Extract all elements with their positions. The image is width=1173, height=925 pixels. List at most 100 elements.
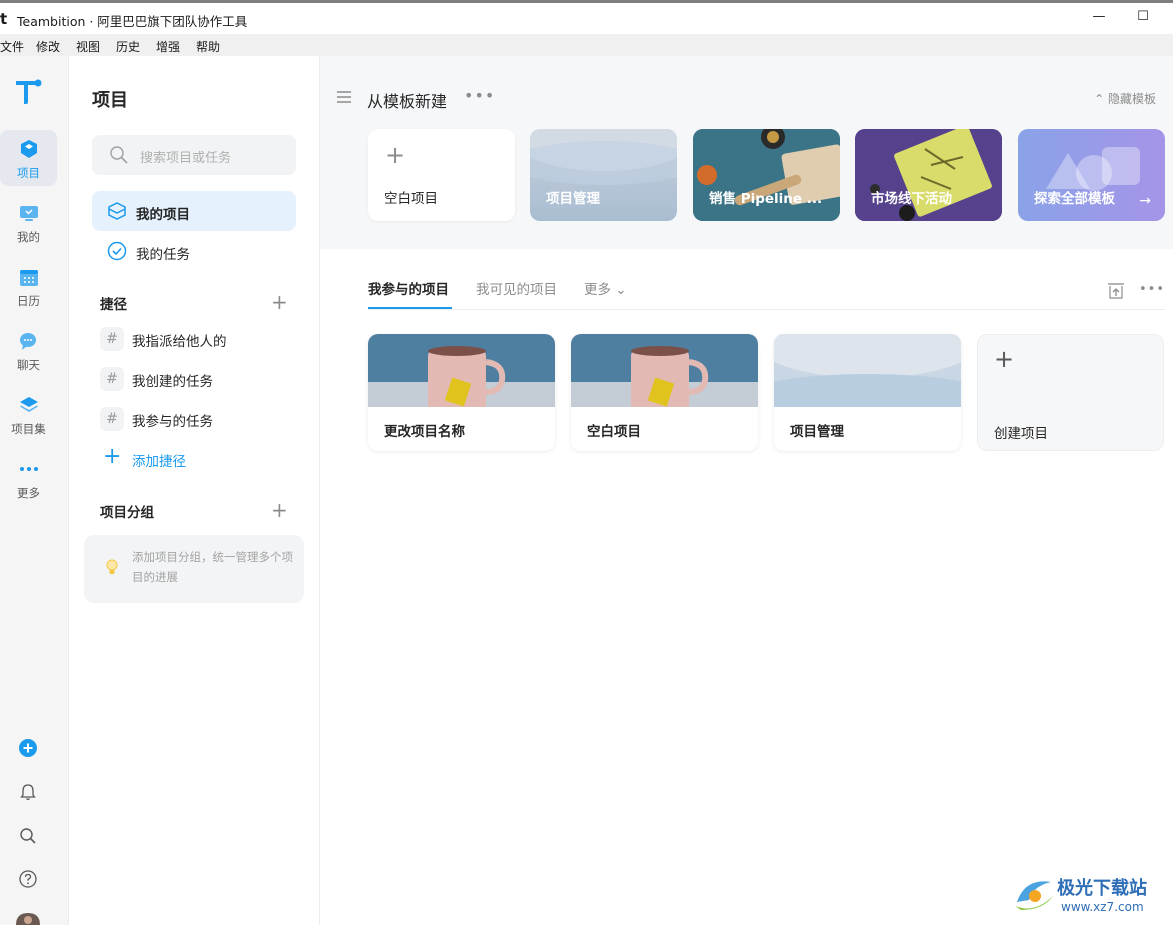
- watermark-url: www.xz7.com: [1061, 900, 1144, 914]
- project-label: 空白项目: [587, 424, 641, 440]
- rail-item-more[interactable]: 更多: [0, 450, 57, 506]
- bell-icon[interactable]: [18, 782, 38, 802]
- calendar-icon: [19, 270, 38, 286]
- site-watermark: 极光下载站 www.xz7.com: [1013, 872, 1163, 918]
- shortcuts-title: 捷径: [100, 297, 127, 313]
- minimize-button[interactable]: —: [1087, 9, 1111, 29]
- menu-view[interactable]: 视图: [76, 38, 100, 55]
- export-icon[interactable]: [1107, 282, 1125, 300]
- nav-label: 我的项目: [136, 207, 190, 223]
- menu-file[interactable]: 文件: [0, 38, 24, 55]
- shortcut-label: 我指派给他人的: [132, 334, 227, 350]
- menu-help[interactable]: 帮助: [196, 38, 220, 55]
- template-section: 从模板新建 ••• ⌃ 隐藏模板 + 空白项目 项目管理 销售 Pipeline…: [320, 56, 1173, 249]
- template-label: 空白项目: [384, 191, 438, 207]
- project-cover-image: [774, 334, 961, 407]
- rail-item-projects[interactable]: 项目: [0, 130, 57, 186]
- create-project-label: 创建项目: [994, 426, 1048, 442]
- search-placeholder: 搜索项目或任务: [140, 151, 232, 166]
- nav-label: 我的任务: [136, 247, 190, 263]
- tab-participating[interactable]: 我参与的项目: [368, 278, 449, 298]
- rail-item-chat[interactable]: 聊天: [0, 322, 57, 378]
- add-circle-icon[interactable]: [18, 738, 38, 758]
- project-card[interactable]: 更改项目名称: [368, 334, 555, 451]
- project-cube-icon: [20, 140, 37, 158]
- shortcut-label: 我创建的任务: [132, 374, 213, 390]
- rail-item-label: 项目: [17, 166, 40, 180]
- template-card-blank[interactable]: + 空白项目: [368, 129, 515, 221]
- template-card-sales-pipeline[interactable]: 销售 Pipeline ...: [693, 129, 840, 221]
- hash-icon: #: [100, 407, 124, 431]
- menu-enhance[interactable]: 增强: [156, 38, 180, 55]
- left-rail: 项目 我的 日历 聊天 项目集 更多: [0, 56, 69, 925]
- project-cover-image: [368, 334, 555, 407]
- rail-item-label: 日历: [17, 294, 40, 308]
- hide-templates-label: 隐藏模板: [1107, 92, 1156, 106]
- template-cover-image: [693, 129, 840, 221]
- tab-more-label: 更多: [584, 282, 611, 298]
- teambition-logo-icon[interactable]: [14, 77, 42, 105]
- more-dots-icon: [19, 467, 38, 471]
- plus-icon: +: [103, 444, 122, 469]
- maximize-button[interactable]: ☐: [1131, 9, 1155, 29]
- rail-item-label: 更多: [17, 486, 40, 500]
- chevron-down-icon: ⌄: [611, 282, 627, 298]
- template-card-project-management[interactable]: 项目管理: [530, 129, 677, 221]
- groups-hint: 添加项目分组，统一管理多个项目的进展: [84, 535, 304, 603]
- search-icon[interactable]: [18, 826, 38, 846]
- nav-my-projects[interactable]: 我的项目: [92, 191, 296, 231]
- search-input[interactable]: 搜索项目或任务: [92, 135, 296, 175]
- tab-visible[interactable]: 我可见的项目: [476, 278, 557, 298]
- project-cover-image: [571, 334, 758, 407]
- title-bar: t Teambition · 阿里巴巴旗下团队协作工具 — ☐: [0, 0, 1173, 34]
- layers-icon: [19, 397, 38, 412]
- create-project-card[interactable]: + 创建项目: [977, 334, 1164, 451]
- add-group-icon[interactable]: +: [271, 500, 288, 520]
- hash-icon: #: [100, 367, 124, 391]
- rail-item-calendar[interactable]: 日历: [0, 258, 57, 314]
- project-card[interactable]: 空白项目: [571, 334, 758, 451]
- nav-my-tasks[interactable]: 我的任务: [92, 231, 296, 271]
- window-title: Teambition · 阿里巴巴旗下团队协作工具: [17, 14, 248, 29]
- menu-icon[interactable]: [337, 91, 351, 103]
- plus-icon: +: [994, 345, 1015, 373]
- check-circle-icon: [107, 241, 127, 261]
- chevron-up-icon: ⌃: [1094, 92, 1108, 106]
- main-content: 从模板新建 ••• ⌃ 隐藏模板 + 空白项目 项目管理 销售 Pipeline…: [320, 56, 1173, 925]
- hash-icon: #: [100, 327, 124, 351]
- arrow-right-icon: →: [1139, 193, 1151, 209]
- add-shortcut-icon[interactable]: +: [271, 292, 288, 312]
- tab-more[interactable]: 更多 ⌄: [584, 278, 627, 298]
- template-label: 销售 Pipeline ...: [709, 191, 823, 207]
- template-card-explore-all[interactable]: 探索全部模板 →: [1018, 129, 1165, 221]
- template-label: 市场线下活动: [871, 191, 952, 207]
- hide-templates-button[interactable]: ⌃ 隐藏模板: [1094, 90, 1156, 107]
- rail-item-mine[interactable]: 我的: [0, 194, 57, 250]
- template-label: 探索全部模板: [1034, 191, 1115, 207]
- watermark-title: 极光下载站: [1057, 878, 1147, 899]
- menu-bar: 文件 修改 视图 历史 增强 帮助: [0, 34, 1173, 56]
- rail-item-portfolio[interactable]: 项目集: [0, 386, 57, 442]
- menu-edit[interactable]: 修改: [36, 38, 60, 55]
- chat-icon: [19, 333, 36, 350]
- help-icon[interactable]: [18, 869, 38, 889]
- menu-history[interactable]: 历史: [116, 38, 140, 55]
- rail-item-label: 我的: [17, 230, 40, 244]
- more-icon[interactable]: •••: [464, 86, 495, 105]
- more-icon[interactable]: •••: [1139, 282, 1165, 297]
- groups-hint-text: 添加项目分组，统一管理多个项目的进展: [132, 550, 293, 584]
- my-monitor-icon: [19, 206, 38, 221]
- tabs-divider: [368, 309, 1165, 310]
- template-heading: 从模板新建: [367, 92, 448, 111]
- search-icon: [110, 146, 128, 164]
- add-shortcut-label: 添加捷径: [132, 454, 186, 470]
- project-card[interactable]: 项目管理: [774, 334, 961, 451]
- app-logo: t: [0, 10, 8, 28]
- project-groups-title: 项目分组: [100, 505, 154, 521]
- template-cover-image: [530, 129, 677, 185]
- template-cover-image: [855, 129, 1002, 221]
- watermark-logo-icon: [1015, 881, 1053, 910]
- avatar[interactable]: [16, 913, 40, 925]
- template-card-offline-event[interactable]: 市场线下活动: [855, 129, 1002, 221]
- project-label: 更改项目名称: [384, 424, 465, 440]
